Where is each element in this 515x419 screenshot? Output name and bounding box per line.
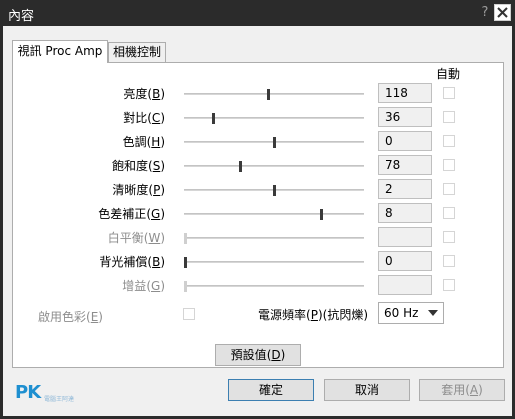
slider-thumb[interactable] [184, 233, 187, 244]
row-label: 增益(G) [122, 279, 165, 293]
slider-track[interactable] [184, 137, 364, 148]
value-field[interactable]: 118 [378, 83, 432, 103]
auto-checkbox[interactable] [443, 279, 455, 291]
dropdown-arrow-icon [428, 310, 438, 316]
value-field[interactable] [378, 275, 432, 295]
value-field[interactable]: 78 [378, 155, 432, 175]
row-label: 清晰度(P) [112, 183, 165, 197]
auto-checkbox[interactable] [443, 231, 455, 243]
value-field[interactable]: 36 [378, 107, 432, 127]
slider-track[interactable] [184, 233, 364, 244]
slider-track[interactable] [184, 185, 364, 196]
ok-button[interactable]: 確定 [228, 379, 314, 401]
row-label: 色差補正(G) [98, 207, 165, 221]
tab-video-proc-amp[interactable]: 視訊 Proc Amp [12, 40, 108, 63]
auto-checkbox[interactable] [443, 111, 455, 123]
slider-thumb[interactable] [273, 137, 276, 148]
auto-checkbox[interactable] [443, 207, 455, 219]
slider-track[interactable] [184, 209, 364, 220]
close-button[interactable] [494, 4, 511, 21]
dialog-body: 視訊 Proc Amp 相機控制 自動 亮度(B) 118 對比(C) 36 色調(H)… [3, 26, 512, 416]
value-field[interactable] [378, 227, 432, 247]
row-label: 對比(C) [123, 111, 165, 125]
window-title: 內容 [8, 9, 35, 24]
row-label: 背光補償(B) [99, 255, 165, 269]
row-label: 飽和度(S) [111, 159, 165, 173]
value-field[interactable]: 8 [378, 203, 432, 223]
auto-column-header: 自動 [436, 67, 461, 81]
auto-checkbox[interactable] [443, 135, 455, 147]
auto-checkbox[interactable] [443, 87, 455, 99]
value-field[interactable]: 0 [378, 131, 432, 151]
slider-track[interactable] [184, 113, 364, 124]
help-icon[interactable]: ? [479, 4, 491, 21]
value-field[interactable]: 2 [378, 179, 432, 199]
apply-button[interactable]: 套用(A) [419, 379, 505, 401]
slider-thumb[interactable] [273, 185, 276, 196]
slider-thumb[interactable] [212, 113, 215, 124]
watermark-logo: PK 電腦王阿達 [15, 382, 75, 403]
enable-color-label: 啟用色彩(E) [38, 310, 103, 324]
value-field[interactable]: 0 [378, 251, 432, 271]
row-label: 白平衡(W) [107, 231, 165, 245]
slider-thumb[interactable] [184, 281, 187, 292]
close-icon [497, 7, 508, 18]
slider-track[interactable] [184, 89, 364, 100]
title-bar: 內容 ? [0, 0, 515, 26]
enable-color-checkbox[interactable] [183, 308, 195, 320]
auto-checkbox[interactable] [443, 255, 455, 267]
slider-thumb[interactable] [239, 161, 242, 172]
row-label: 色調(H) [122, 135, 165, 149]
default-button[interactable]: 預設值(D) [215, 344, 301, 366]
slider-track[interactable] [184, 257, 364, 268]
power-line-frequency-select[interactable]: 60 Hz [378, 302, 444, 324]
auto-checkbox[interactable] [443, 159, 455, 171]
auto-checkbox[interactable] [443, 183, 455, 195]
slider-thumb[interactable] [267, 89, 270, 100]
slider-track[interactable] [184, 161, 364, 172]
slider-thumb[interactable] [184, 257, 187, 268]
slider-thumb[interactable] [320, 209, 323, 220]
row-label: 亮度(B) [123, 87, 165, 101]
cancel-button[interactable]: 取消 [324, 379, 410, 401]
tab-camera-control[interactable]: 相機控制 [108, 42, 166, 62]
slider-track[interactable] [184, 281, 364, 292]
power-line-frequency-label: 電源頻率(P)(抗閃爍) [258, 308, 369, 322]
